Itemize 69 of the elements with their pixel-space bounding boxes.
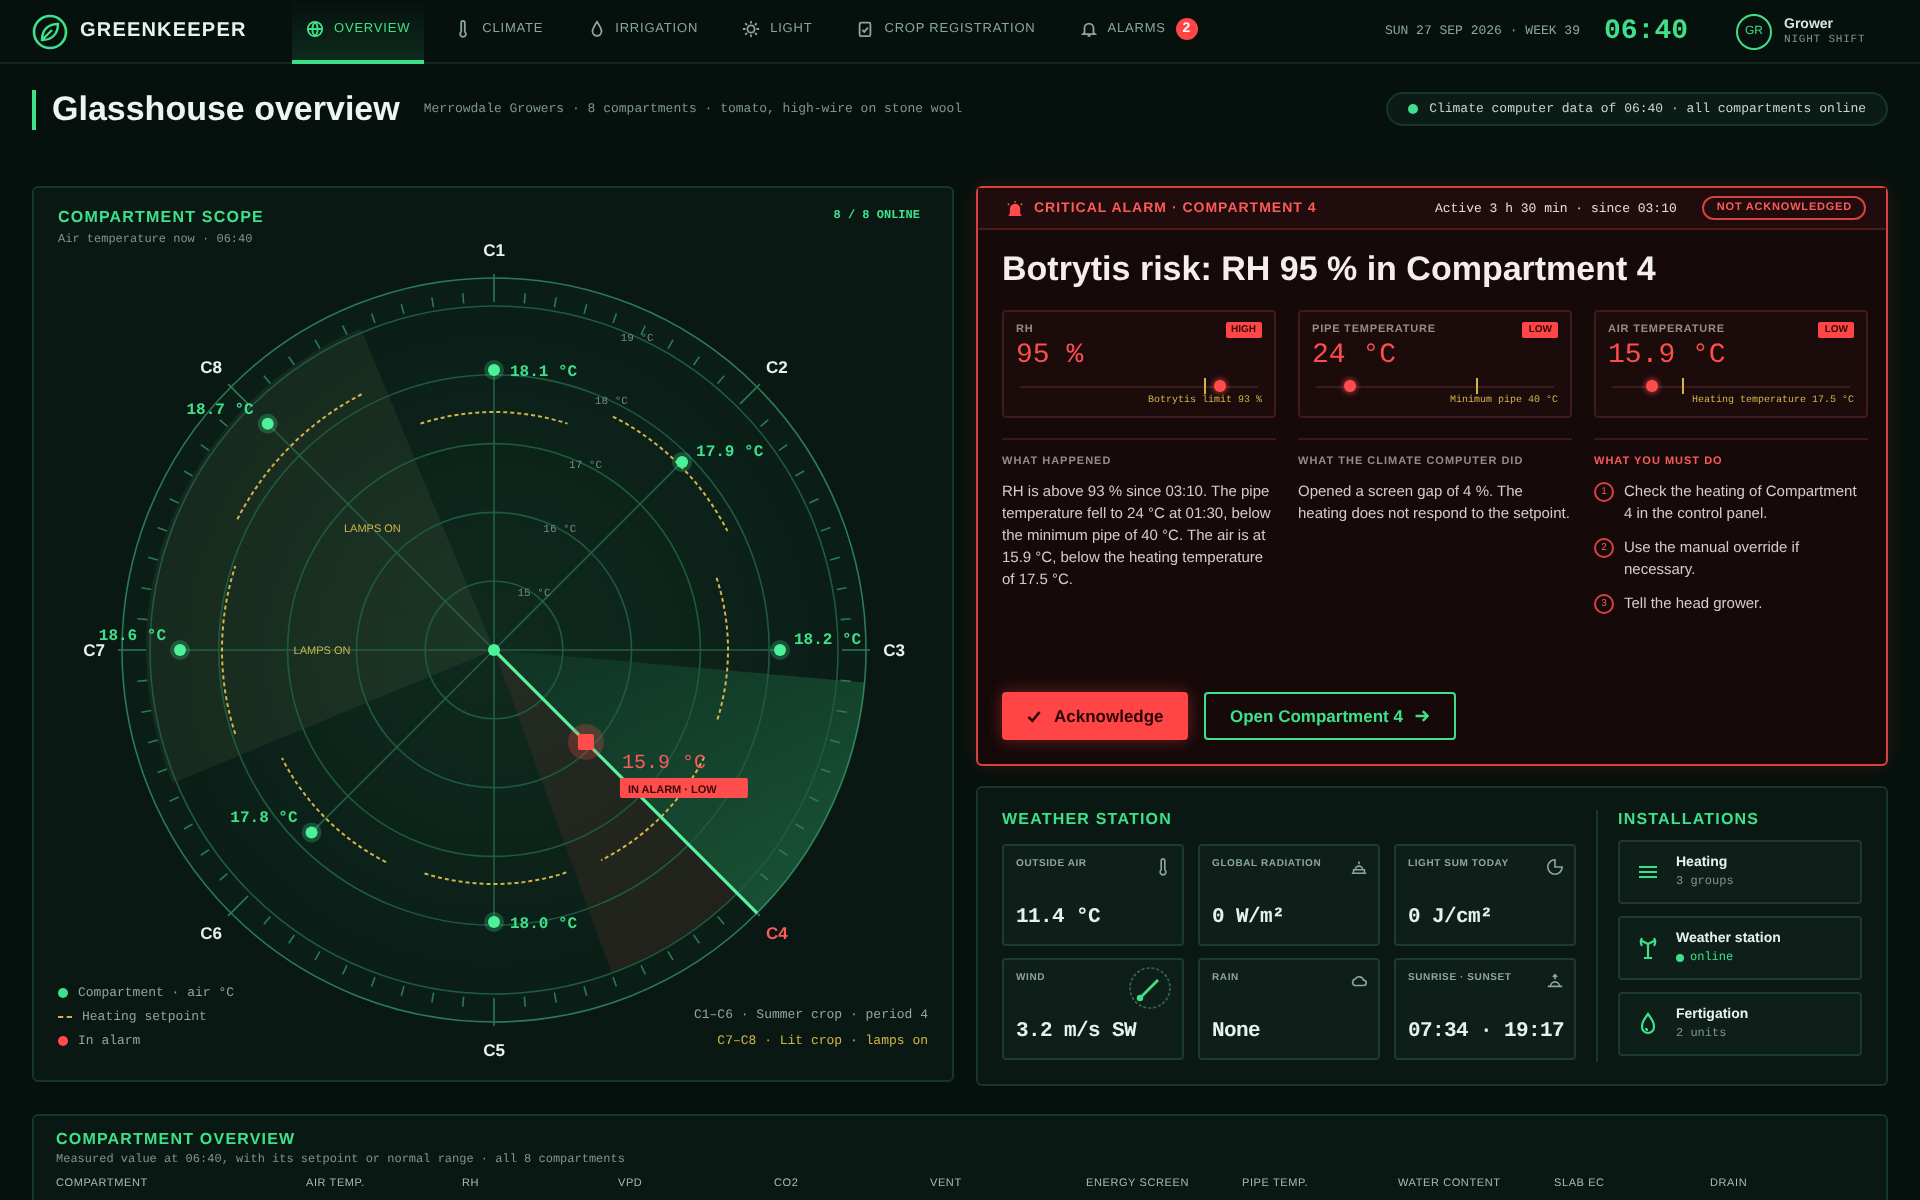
alarm-marker-icon	[58, 1036, 68, 1046]
bell-icon	[1079, 20, 1098, 38]
siren-icon	[1006, 199, 1024, 217]
sunrise-icon	[1546, 972, 1564, 990]
panel-title: WEATHER STATION	[1002, 810, 1174, 828]
tile-value: 0 J/cm²	[1408, 906, 1495, 932]
drop-icon	[587, 20, 606, 38]
compartment-dot[interactable]	[484, 912, 504, 932]
alarm-reading: 15.9 °C	[621, 753, 706, 776]
compartment-dot[interactable]	[672, 451, 693, 472]
compartment-label: C1	[483, 240, 505, 260]
title-accent-bar	[32, 89, 36, 129]
compartment-label: C7	[83, 640, 105, 660]
compartment-dot[interactable]	[301, 822, 322, 843]
sun-icon	[742, 20, 761, 38]
compartment-marker-icon	[58, 988, 68, 998]
check-icon	[1026, 708, 1042, 724]
compartment-label: C8	[200, 357, 223, 378]
setpoint-arc	[236, 392, 365, 521]
setpoint-arc	[280, 757, 387, 864]
thermometer-icon	[1154, 858, 1172, 876]
compartment-label: C2	[765, 357, 788, 378]
tile-value: None	[1212, 1020, 1263, 1046]
center-dot	[488, 644, 500, 656]
panel-title: INSTALLATIONS	[1618, 810, 1762, 828]
temperature-reading: 17.8 °C	[230, 810, 298, 829]
arrow-right-icon	[1414, 708, 1431, 724]
thermometer-icon	[454, 20, 473, 38]
tile-value: 11.4 °C	[1016, 906, 1103, 932]
globe-icon	[306, 20, 324, 38]
acknowledge-button[interactable]: Acknowledge	[1002, 692, 1188, 740]
temperature-reading: 17.9 °C	[696, 443, 764, 462]
metric-value: 95 %	[1016, 340, 1086, 372]
cloud-icon	[1350, 972, 1368, 990]
dash-line-icon	[58, 1016, 72, 1018]
pipes-icon	[1636, 860, 1660, 884]
brand-name: GREENKEEPER	[80, 20, 247, 42]
pie-icon	[1546, 858, 1564, 876]
compartment-dot[interactable]	[484, 360, 504, 380]
compartment-label: C5	[483, 1040, 505, 1060]
compartment-dot[interactable]	[170, 640, 190, 660]
antenna-icon	[1636, 936, 1660, 960]
compartment-dot[interactable]	[770, 640, 790, 660]
compass-icon	[1128, 966, 1172, 1010]
temperature-reading: 18.0 °C	[510, 916, 578, 934]
compartment-label: C3	[883, 640, 905, 660]
compartment-label: C4	[765, 922, 788, 943]
tile-value: 0 W/m²	[1212, 906, 1287, 932]
page-title: Glasshouse overview	[52, 89, 400, 129]
lamp-icon	[1350, 858, 1368, 876]
compartment-dot[interactable]	[257, 413, 278, 434]
compartment-label: C6	[200, 922, 223, 943]
tile-value: 07:34 · 19:17	[1408, 1020, 1564, 1046]
alarm-dot[interactable]	[567, 723, 604, 760]
clock-time: 06:40	[1603, 15, 1688, 47]
open-compartment-button[interactable]: Open Compartment 4	[1204, 692, 1457, 740]
metric-value: 24 °C	[1312, 340, 1399, 372]
temperature-reading: 18.6 °C	[98, 628, 166, 646]
temperature-reading: 18.1 °C	[510, 364, 578, 382]
panel-title: COMPARTMENT OVERVIEW	[56, 1130, 298, 1148]
drop-icon	[1636, 1012, 1660, 1036]
metric-value: 15.9 °C	[1608, 340, 1728, 372]
temperature-reading: 18.7 °C	[186, 401, 254, 420]
tile-value: 3.2 m/s SW	[1016, 1020, 1139, 1046]
panel-title: COMPARTMENT SCOPE	[58, 208, 264, 226]
alarm-headline: Botrytis risk: RH 95 % in Compartment 4	[1002, 250, 1658, 290]
clipboard-icon	[856, 20, 875, 38]
leaf-logo-icon	[32, 13, 68, 49]
temperature-reading: 18.2 °C	[794, 632, 862, 650]
